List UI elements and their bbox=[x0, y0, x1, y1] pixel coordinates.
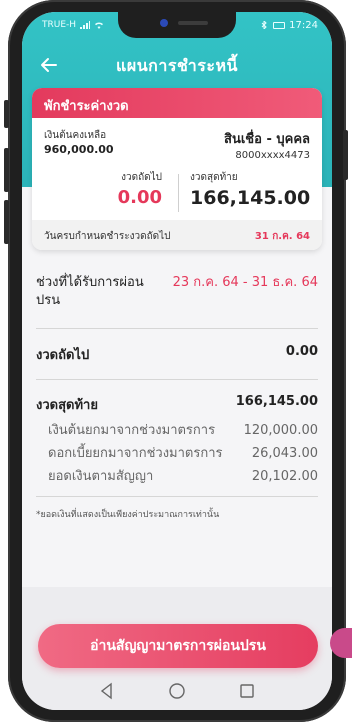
summary-next-label: งวดถัดไป bbox=[36, 348, 90, 363]
summary-last-value: 166,145.00 bbox=[235, 394, 318, 409]
side-button bbox=[4, 100, 9, 128]
next-installment-label: งวดถัดไป bbox=[121, 172, 162, 183]
due-date-label: วันครบกำหนดชำระงวดถัดไป bbox=[44, 231, 171, 242]
list-item: ยอดเงินตามสัญญา 20,102.00 bbox=[22, 465, 332, 488]
nav-home-icon[interactable] bbox=[166, 680, 188, 702]
signal-icon bbox=[80, 21, 91, 29]
breakdown-label: เงินต้นยกมาจากช่วงมาตรการ bbox=[48, 423, 216, 438]
list-item: เงินต้นยกมาจากช่วงมาตรการ 120,000.00 bbox=[22, 419, 332, 442]
phone-frame: TRUE-H 17:24 แผนการชำระหนี้ พักชำระค่างว… bbox=[4, 0, 348, 722]
volume-up-button bbox=[4, 148, 9, 192]
summary-next-row: งวดถัดไป 0.00 bbox=[22, 344, 332, 365]
payment-card: พักชำระค่างวด เงินต้นคงเหลือ 960,000.00 … bbox=[32, 88, 322, 250]
power-button bbox=[343, 130, 348, 180]
breakdown-value: 120,000.00 bbox=[243, 423, 318, 438]
last-installment-value: 166,145.00 bbox=[190, 187, 311, 209]
plan-details: ช่วงที่ได้รับการผ่อน 23 ก.ค. 64 - 31 ธ.ค… bbox=[22, 260, 332, 521]
nav-recents-icon[interactable] bbox=[236, 680, 258, 702]
disclaimer-note: *ยอดเงินที่แสดงเป็นเพียงค่าประมาณการเท่า… bbox=[36, 510, 220, 520]
due-date-value: 31 ก.ค. 64 bbox=[254, 231, 310, 242]
notch bbox=[118, 12, 236, 38]
breakdown-label: ดอกเบี้ยยกมาจากช่วงมาตรการ bbox=[48, 446, 223, 461]
system-nav-bar bbox=[22, 672, 332, 710]
list-item: ดอกเบี้ยยกมาจากช่วงมาตรการ 26,043.00 bbox=[22, 442, 332, 465]
divider bbox=[36, 496, 318, 497]
breakdown-list: เงินต้นยกมาจากช่วงมาตรการ 120,000.00 ดอก… bbox=[22, 419, 332, 488]
due-date-strip: วันครบกำหนดชำระงวดถัดไป 31 ก.ค. 64 bbox=[32, 220, 322, 250]
side-tab[interactable] bbox=[330, 628, 352, 658]
card-heading: พักชำระค่างวด bbox=[32, 88, 322, 118]
loan-type: สินเชื่อ - บุคคล bbox=[224, 132, 310, 147]
summary-next-value: 0.00 bbox=[285, 344, 318, 359]
nav-back-icon[interactable] bbox=[96, 680, 118, 702]
breakdown-value: 26,043.00 bbox=[251, 446, 318, 461]
relief-period-label-cont: ปรน bbox=[36, 293, 61, 308]
summary-last-row: งวดสุดท้าย 166,145.00 bbox=[22, 394, 332, 415]
next-installment-value: 0.00 bbox=[117, 187, 162, 208]
volume-down-button bbox=[4, 200, 9, 244]
relief-period-label: ช่วงที่ได้รับการผ่อน bbox=[36, 275, 144, 290]
relief-period: ช่วงที่ได้รับการผ่อน 23 ก.ค. 64 - 31 ธ.ค… bbox=[22, 274, 332, 310]
last-installment-label: งวดสุดท้าย bbox=[190, 172, 238, 183]
clock: 17:24 bbox=[289, 19, 318, 31]
relief-period-dates: 23 ก.ค. 64 - 31 ธ.ค. 64 bbox=[172, 275, 318, 290]
account-number: 8000xxxx4473 bbox=[235, 150, 310, 161]
summary-last-label: งวดสุดท้าย bbox=[36, 398, 98, 413]
back-arrow-icon[interactable] bbox=[38, 54, 60, 76]
bluetooth-icon bbox=[261, 21, 267, 29]
divider bbox=[36, 379, 318, 380]
vertical-divider bbox=[178, 174, 179, 212]
breakdown-label: ยอดเงินตามสัญญา bbox=[48, 469, 154, 484]
breakdown-value: 20,102.00 bbox=[251, 469, 318, 484]
wifi-icon bbox=[95, 22, 104, 29]
divider bbox=[36, 328, 318, 329]
carrier-label: TRUE-H bbox=[42, 20, 77, 30]
app-screen: TRUE-H 17:24 แผนการชำระหนี้ พักชำระค่างว… bbox=[22, 12, 332, 710]
read-agreement-button[interactable]: อ่านสัญญามาตรการผ่อนปรน bbox=[38, 624, 318, 668]
title-row: แผนการชำระหนี้ bbox=[22, 46, 332, 86]
battery-icon bbox=[273, 21, 286, 29]
page-title: แผนการชำระหนี้ bbox=[116, 55, 238, 75]
